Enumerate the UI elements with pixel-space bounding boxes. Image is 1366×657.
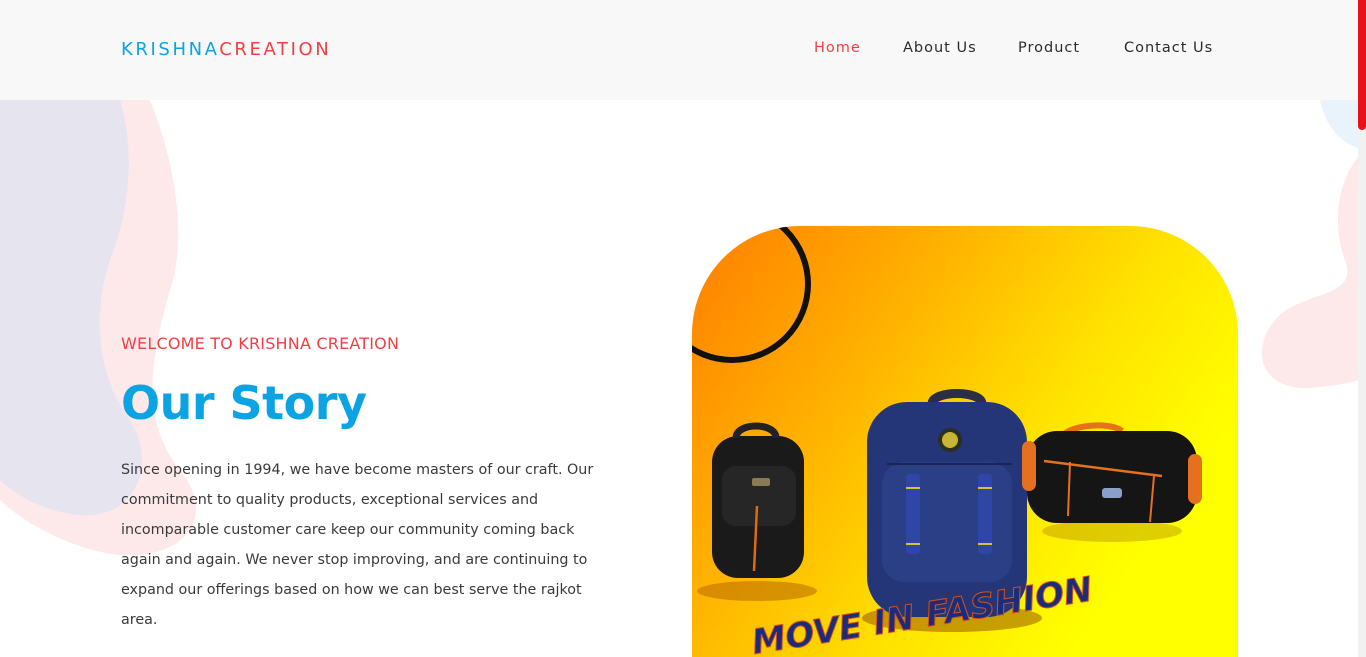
nav-home-link[interactable]: Home (814, 40, 861, 56)
duffel-bag-image (1022, 422, 1202, 523)
hero-eyebrow: WELCOME TO KRISHNA CREATION (121, 334, 400, 353)
nav-contact-link[interactable]: Contact Us (1124, 40, 1213, 56)
nav-about-link[interactable]: About Us (903, 40, 977, 56)
hero-product-image: MOVE IN FASHION (692, 226, 1238, 657)
scrollbar-thumb[interactable] (1358, 0, 1366, 130)
hero-text-section: WELCOME TO KRISHNA CREATION Our Story Si… (121, 334, 621, 635)
page-scrollbar[interactable] (1358, 0, 1366, 657)
hero-title: Our Story (121, 376, 367, 430)
bags-illustration: MOVE IN FASHION (692, 226, 1202, 657)
black-backpack-image (712, 422, 804, 578)
site-header: KRISHNACREATION Home About Us Product Co… (0, 0, 1358, 100)
nav-product-link[interactable]: Product (1018, 40, 1080, 56)
main-nav: Home About Us Product Contact Us (0, 40, 1358, 60)
hero-story-paragraph: Since opening in 1994, we have become ma… (121, 462, 594, 628)
